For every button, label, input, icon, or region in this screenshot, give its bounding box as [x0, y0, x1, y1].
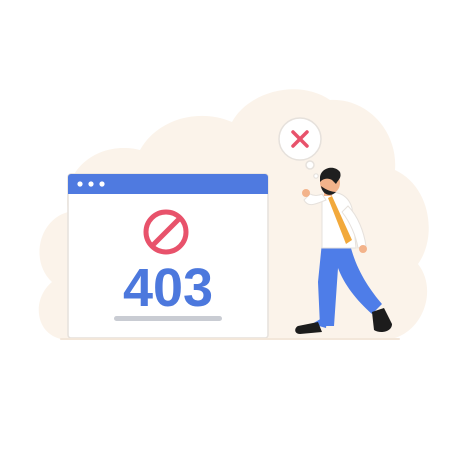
- error-code: 403: [123, 258, 213, 318]
- window-dot-2: [88, 181, 94, 187]
- illustration-canvas: 403: [38, 89, 429, 340]
- window-dot-1: [77, 181, 83, 187]
- ground-line: [60, 338, 400, 340]
- browser-window: 403: [67, 173, 269, 339]
- forbidden-illustration: 403: [0, 0, 450, 450]
- window-dot-3: [99, 181, 105, 187]
- placeholder-line: [114, 316, 222, 321]
